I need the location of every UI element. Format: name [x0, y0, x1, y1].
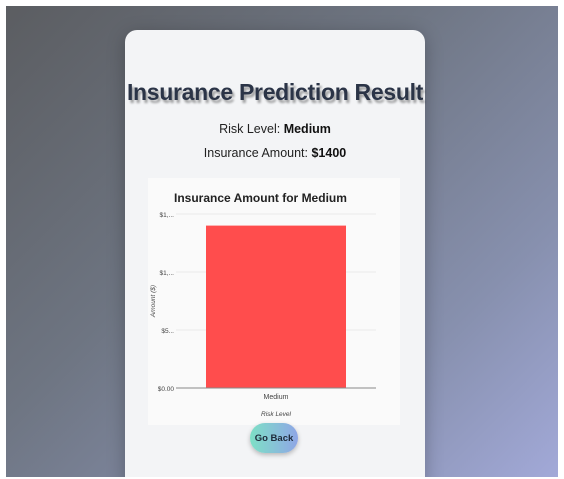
result-card: Insurance Prediction Result Risk Level: …	[125, 30, 425, 477]
insurance-chart-svg: Insurance Amount for Medium $0.00 $5... $1,…	[150, 191, 376, 418]
risk-level-label: Risk Level:	[219, 122, 284, 136]
insurance-chart: Insurance Amount for Medium $0.00 $5... $1,…	[148, 178, 400, 425]
y-axis-title: Amount ($)	[150, 285, 157, 318]
page-background: Insurance Prediction Result Risk Level: …	[6, 6, 558, 477]
x-axis-title: Risk Level	[261, 411, 292, 418]
chart-bar	[206, 225, 346, 388]
y-tick-label: $1,...	[160, 212, 175, 219]
insurance-amount-line: Insurance Amount: $1400	[125, 146, 425, 160]
insurance-amount-label: Insurance Amount:	[203, 146, 312, 160]
x-tick-label: Medium	[264, 394, 289, 401]
y-tick-label: $0.00	[158, 386, 175, 393]
page-title: Insurance Prediction Result	[126, 79, 424, 105]
go-back-button[interactable]: Go Back	[250, 423, 298, 453]
y-tick-label: $1,...	[160, 270, 175, 277]
y-tick-label: $5...	[161, 328, 174, 335]
chart-title: Insurance Amount for Medium	[174, 191, 347, 205]
risk-level-line: Risk Level: Medium	[125, 122, 425, 136]
insurance-amount-value: $1400	[311, 146, 347, 160]
risk-level-value: Medium	[283, 122, 331, 136]
